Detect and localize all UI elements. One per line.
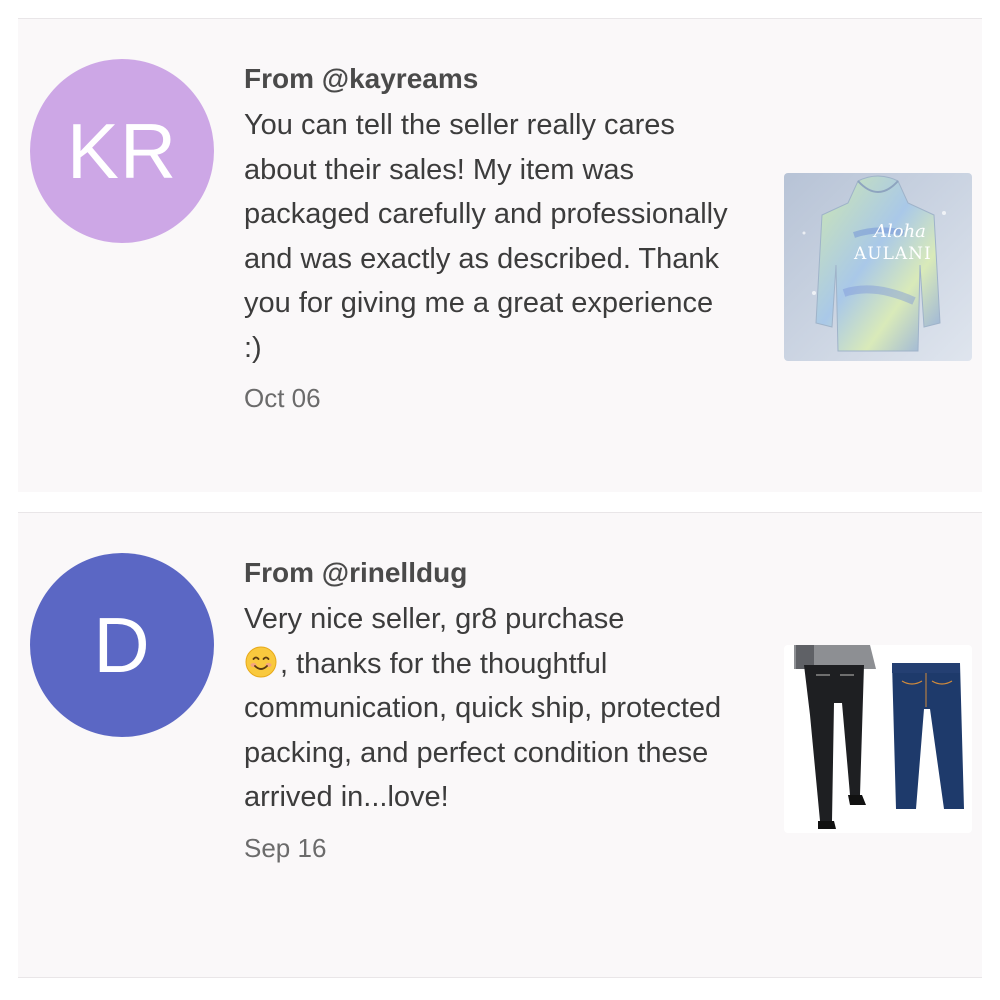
reviewer-username[interactable]: From @kayreams [244, 59, 734, 99]
avatar[interactable]: KR [30, 59, 214, 243]
listing-thumbnail[interactable] [784, 645, 972, 833]
review-comment: You can tell the seller really cares abo… [244, 109, 728, 364]
review-date: Oct 06 [244, 383, 321, 413]
review-comment-start: Very nice seller, gr8 purchase [244, 603, 625, 635]
review-body: From @kayreams You can tell the seller r… [244, 59, 734, 418]
smiling-face-emoji-icon [245, 646, 277, 677]
review-card: KR From @kayreams You can tell the selle… [18, 18, 982, 492]
jeans-photo-icon [784, 645, 972, 833]
reviewer-username[interactable]: From @rinelldug [244, 553, 734, 593]
avatar[interactable]: D [30, 553, 214, 737]
review-comment-rest: , thanks for the thoughtful communicatio… [244, 647, 722, 814]
review-date: Sep 16 [244, 832, 327, 863]
listing-thumbnail[interactable]: Aloha AULANI [784, 173, 972, 361]
tie-dye-hoodie-icon: Aloha AULANI [784, 173, 972, 361]
review-body: From @rinelldug Very nice seller, gr8 pu… [244, 553, 734, 868]
review-comment: Very nice seller, gr8 purchase , thanks f… [244, 597, 734, 820]
svg-text:Aloha: Aloha [872, 221, 926, 242]
review-card: D From @rinelldug Very nice seller, gr8 … [18, 512, 982, 978]
svg-text:AULANI: AULANI [853, 244, 932, 264]
